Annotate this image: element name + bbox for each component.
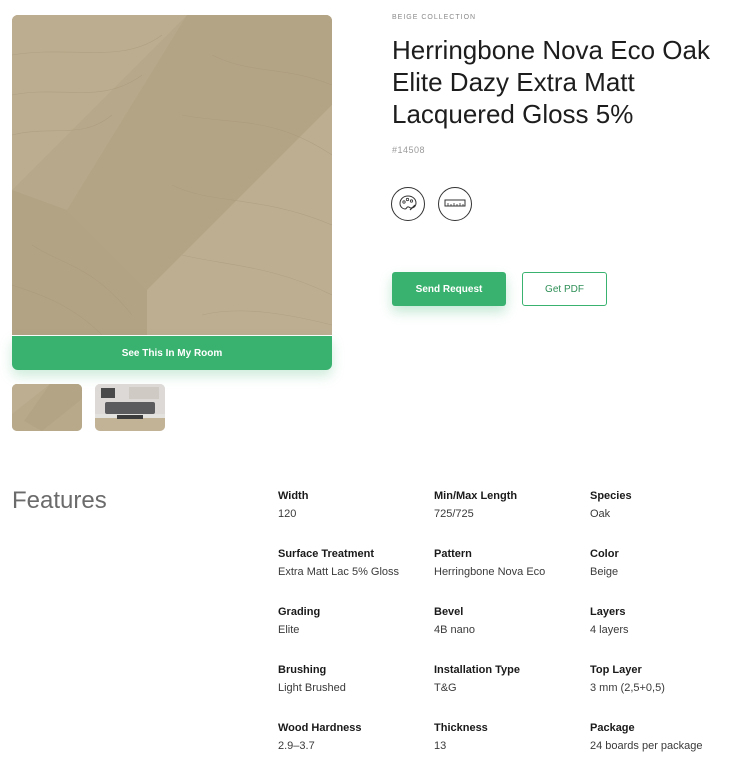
feature-value: 120 <box>278 508 297 520</box>
feature-installation-type: Installation Type T&G <box>434 662 590 700</box>
feature-value: 725/725 <box>434 508 474 520</box>
features-heading: Features <box>12 487 107 514</box>
feature-name: Min/Max Length <box>434 490 518 502</box>
feature-brushing: Brushing Light Brushed <box>278 662 434 700</box>
see-in-room-button[interactable]: See This In My Room <box>12 336 332 370</box>
feature-name: Bevel <box>434 606 464 618</box>
herringbone-thumb-image <box>12 384 82 431</box>
feature-value: T&G <box>434 682 457 694</box>
feature-name: Thickness <box>434 722 488 734</box>
feature-name: Package <box>590 722 635 734</box>
product-main-image[interactable] <box>12 15 332 335</box>
feature-layers: Layers 4 layers <box>590 604 730 642</box>
feature-length: Min/Max Length 725/725 <box>434 488 590 526</box>
feature-name: Wood Hardness <box>278 722 362 734</box>
feature-species: Species Oak <box>590 488 730 526</box>
product-title: Herringbone Nova Eco Oak Elite Dazy Extr… <box>392 35 710 129</box>
feature-value: Extra Matt Lac 5% Gloss <box>278 566 400 578</box>
feature-name: Layers <box>590 606 626 618</box>
palette-icon[interactable] <box>391 187 425 221</box>
feature-name: Color <box>590 548 619 560</box>
feature-color: Color Beige <box>590 546 730 584</box>
feature-name: Pattern <box>434 548 472 560</box>
collection-label: BEIGE COLLECTION <box>392 14 477 21</box>
feature-value: 2.9–3.7 <box>278 740 315 752</box>
thumbnail-room[interactable] <box>95 384 165 431</box>
feature-name: Width <box>278 490 309 502</box>
feature-value: 13 <box>434 740 447 752</box>
feature-value: Herringbone Nova Eco <box>434 566 546 578</box>
feature-pattern: Pattern Herringbone Nova Eco <box>434 546 590 584</box>
living-room-thumb-image <box>95 384 165 431</box>
thumbnail-floor[interactable] <box>12 384 82 431</box>
feature-value: 4B nano <box>434 624 475 636</box>
features-grid: Width 120 Min/Max Length 725/725 Species Oa… <box>278 488 728 758</box>
feature-value: 24 boards per package <box>590 740 703 752</box>
feature-width: Width 120 <box>278 488 434 526</box>
feature-name: Brushing <box>278 664 327 676</box>
herringbone-floor-image <box>12 15 332 335</box>
feature-top-layer: Top Layer 3 mm (2,5+0,5) <box>590 662 730 700</box>
feature-value: Oak <box>590 508 611 520</box>
feature-package: Package 24 boards per package <box>590 720 730 758</box>
feature-value: Elite <box>278 624 300 636</box>
feature-name: Species <box>590 490 632 502</box>
feature-value: 3 mm (2,5+0,5) <box>590 682 665 694</box>
feature-value: Beige <box>590 566 619 578</box>
feature-value: Light Brushed <box>278 682 346 694</box>
feature-name: Installation Type <box>434 664 520 676</box>
feature-name: Surface Treatment <box>278 548 374 560</box>
feature-thickness: Thickness 13 <box>434 720 590 758</box>
feature-name: Top Layer <box>590 664 642 676</box>
send-request-button[interactable]: Send Request <box>392 272 506 306</box>
feature-grading: Grading Elite <box>278 604 434 642</box>
feature-wood-hardness: Wood Hardness 2.9–3.7 <box>278 720 434 758</box>
feature-value: 4 layers <box>590 624 629 636</box>
feature-bevel: Bevel 4B nano <box>434 604 590 642</box>
feature-surface-treatment: Surface Treatment Extra Matt Lac 5% Gloss <box>278 546 434 584</box>
get-pdf-button[interactable]: Get PDF <box>522 272 607 306</box>
feature-name: Grading <box>278 606 321 618</box>
ruler-icon[interactable] <box>438 187 472 221</box>
product-sku: #14508 <box>392 145 426 155</box>
